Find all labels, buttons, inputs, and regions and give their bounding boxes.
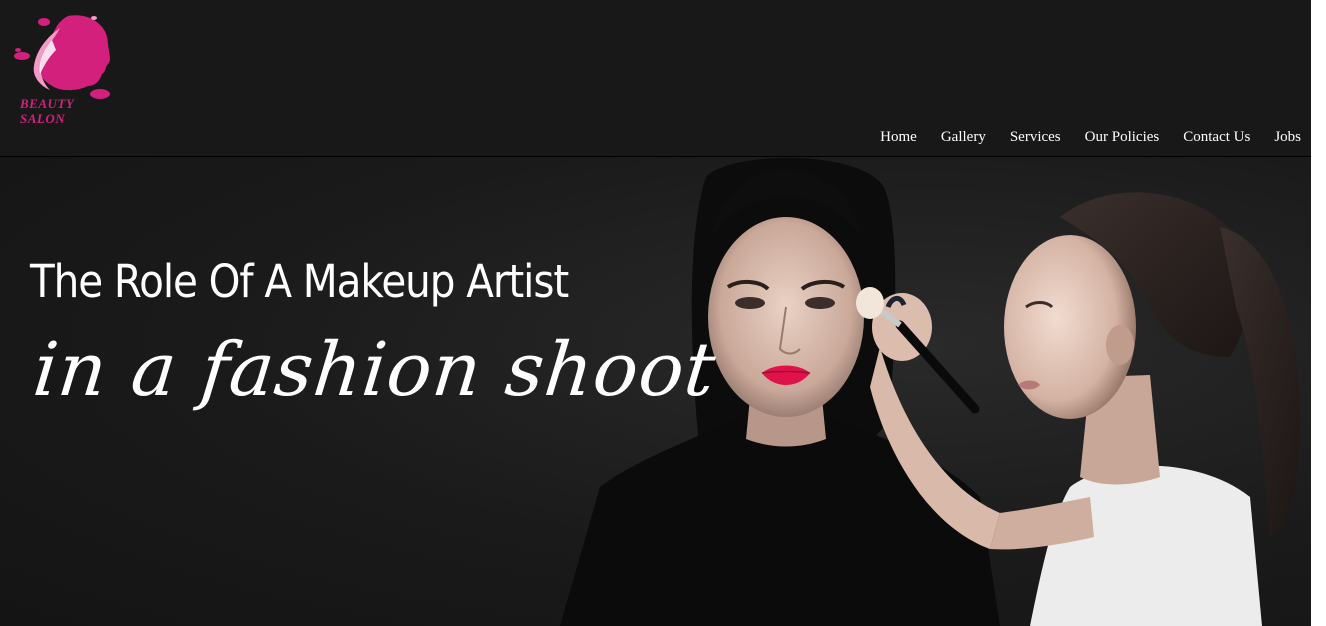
hero-banner: The Role Of A Makeup Artist in a fashion… bbox=[0, 157, 1311, 626]
site-header: BEAUTY SALON Home Gallery Services Our P… bbox=[0, 0, 1311, 157]
hero-title: The Role Of A Makeup Artist bbox=[30, 255, 569, 308]
nav-jobs[interactable]: Jobs bbox=[1274, 129, 1301, 146]
hero-script-subtitle: in a fashion shoot bbox=[29, 327, 721, 413]
brand-logo[interactable]: BEAUTY SALON bbox=[8, 10, 118, 132]
nav-gallery[interactable]: Gallery bbox=[941, 129, 986, 146]
nav-our-policies[interactable]: Our Policies bbox=[1085, 129, 1160, 146]
main-nav: Home Gallery Services Our Policies Conta… bbox=[880, 129, 1301, 146]
page: BEAUTY SALON Home Gallery Services Our P… bbox=[0, 0, 1311, 626]
nav-home[interactable]: Home bbox=[880, 129, 917, 146]
logo-line-2: SALON bbox=[20, 111, 66, 126]
logo-text: BEAUTY SALON bbox=[20, 96, 74, 126]
nav-contact-us[interactable]: Contact Us bbox=[1183, 129, 1250, 146]
logo-line-1: BEAUTY bbox=[20, 96, 75, 111]
nav-services[interactable]: Services bbox=[1010, 129, 1061, 146]
